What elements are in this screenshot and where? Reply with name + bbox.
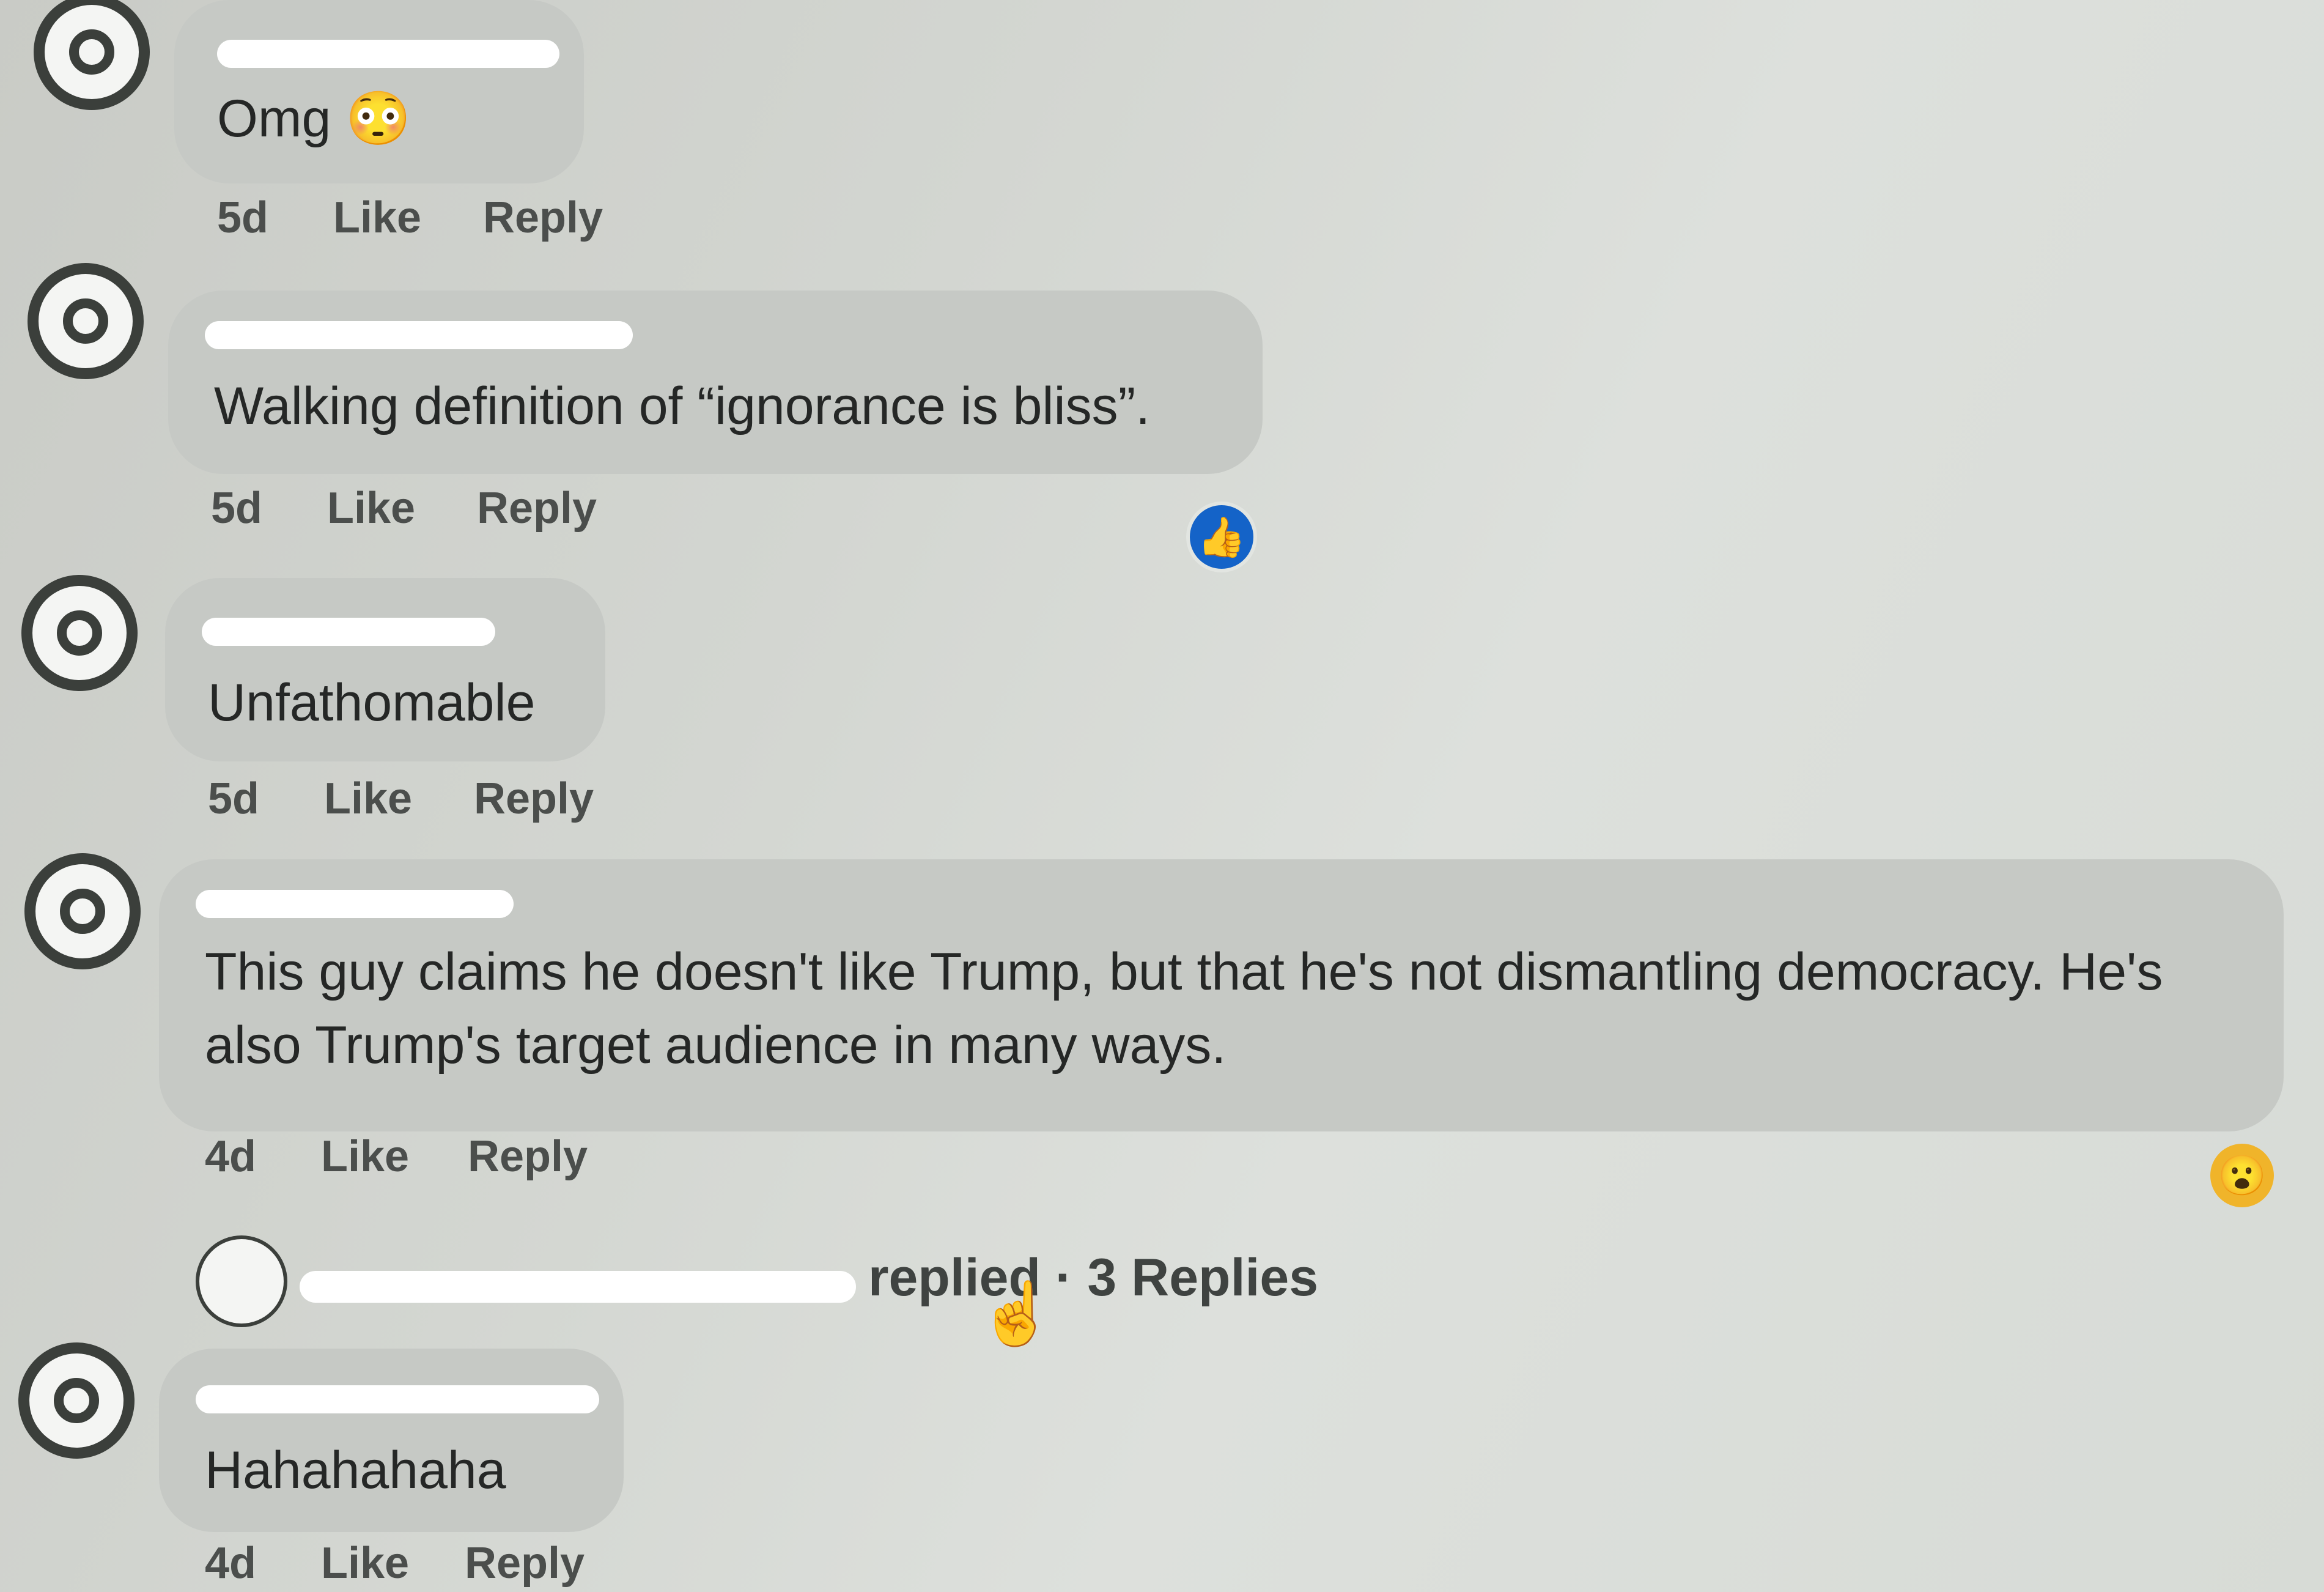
like-button[interactable]: Like [333,193,421,243]
avatar[interactable] [34,0,150,110]
comment-1: Omg 😳 5d Like Reply [0,0,2324,263]
comment-text: Hahahahaha [205,1441,506,1500]
comment-bubble: Hahahahaha [159,1349,624,1532]
comment-bubble: Unfathomable [165,578,605,761]
redacted-name [205,321,633,349]
comment-timestamp: 5d [217,193,269,242]
reply-button[interactable]: Reply [483,193,603,243]
comment-timestamp: 4d [205,1539,257,1588]
like-button[interactable]: Like [327,483,415,533]
comment-timestamp: 5d [208,774,260,823]
avatar[interactable] [28,263,144,379]
comment-text: Unfathomable [208,673,536,732]
reply-button[interactable]: Reply [477,483,597,533]
comment-bubble: Omg 😳 [174,0,584,183]
comment-timestamp: 4d [205,1132,257,1181]
avatar[interactable] [24,853,141,969]
avatar[interactable] [18,1342,135,1459]
wow-face-icon[interactable]: 😮 [2210,1144,2274,1207]
avatar[interactable] [21,575,138,691]
comment-bubble: Walking definition of “ignorance is blis… [168,291,1263,474]
like-button[interactable]: Like [324,774,412,824]
comment-timestamp: 5d [211,484,263,533]
comment-text: Omg 😳 [217,89,411,148]
reply-button[interactable]: Reply [474,774,594,824]
redacted-name [202,618,495,646]
comment-3: Unfathomable 5d Like Reply [0,569,2324,850]
redacted-name [196,890,514,918]
comment-2: Walking definition of “ignorance is blis… [0,263,2324,572]
redacted-name [196,1385,599,1413]
replies-count-text[interactable]: replied · 3 Replies [868,1248,1318,1308]
redacted-name [217,40,559,68]
like-button[interactable]: Like [321,1131,409,1182]
reply-button[interactable]: Reply [465,1538,585,1588]
comment-text-line-1: This guy claims he doesn't like Trump, b… [205,942,2163,1001]
avatar [196,1235,287,1327]
comment-5: Hahahahaha 4d Like Reply [0,1339,2324,1592]
comment-4: This guy claims he doesn't like Trump, b… [0,850,2324,1217]
reply-button[interactable]: Reply [468,1131,588,1182]
like-button[interactable]: Like [321,1538,409,1588]
thumbs-up-icon[interactable]: 👍 [1186,502,1257,572]
comment-text-line-2: also Trump's target audience in many way… [205,1016,1227,1075]
redacted-name [300,1271,856,1303]
comment-bubble: This guy claims he doesn't like Trump, b… [159,859,2284,1131]
comment-text: Walking definition of “ignorance is blis… [214,377,1151,435]
